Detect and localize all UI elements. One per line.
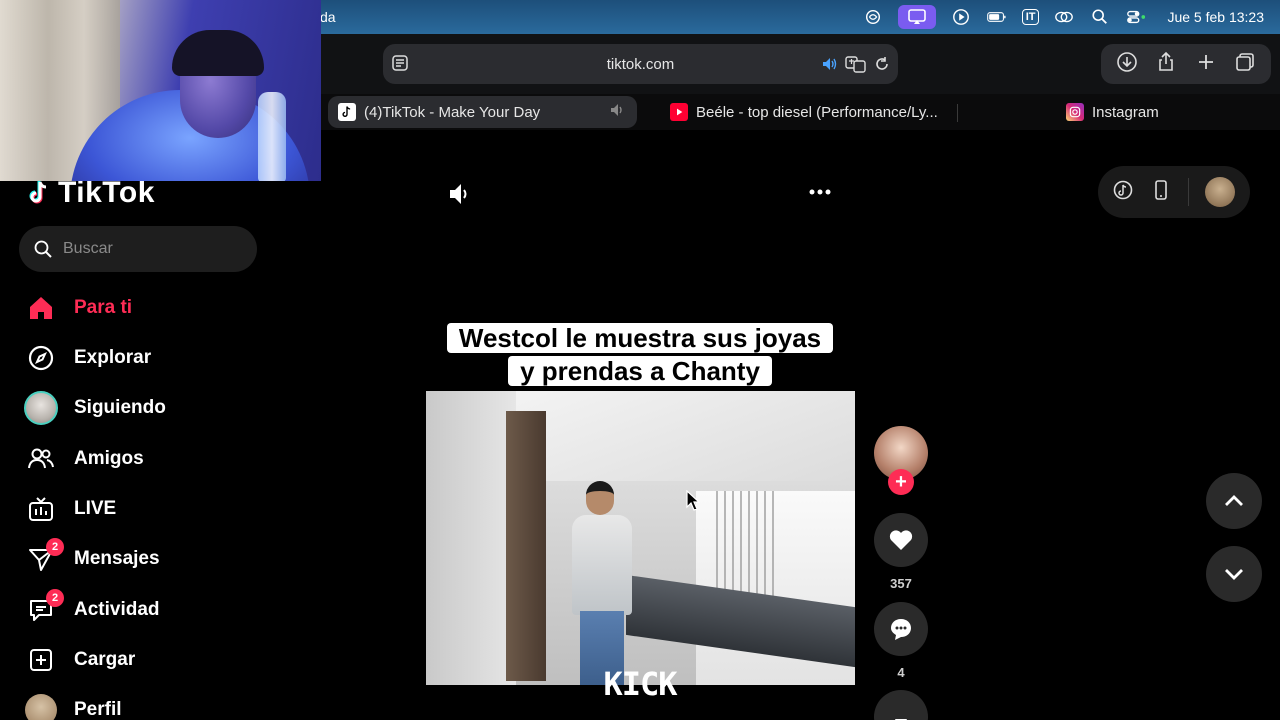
search-input[interactable]: [63, 240, 243, 258]
tiktok-logo[interactable]: TikTok: [28, 176, 155, 210]
friends-icon: [24, 442, 58, 476]
save-button[interactable]: [874, 690, 928, 720]
follow-button[interactable]: +: [888, 469, 914, 495]
sidebar-item-label: Perfil: [74, 699, 122, 720]
following-avatar: [24, 391, 58, 425]
video-caption: Westcol le muestra sus joyas y prendas a…: [420, 322, 860, 388]
sidebar-item-label: LIVE: [74, 498, 117, 519]
menu-app-name[interactable]: da: [320, 9, 336, 25]
tab-youtube[interactable]: Beéle - top diesel (Performance/Ly...: [660, 96, 960, 128]
webcam-overlay: [0, 0, 321, 181]
comment-icon: [891, 619, 911, 640]
downloads-icon[interactable]: [1116, 51, 1138, 78]
sidebar-item-label: Explorar: [74, 347, 152, 368]
sidebar-item-label: Amigos: [74, 448, 144, 469]
tiktok-coin-icon[interactable]: [1112, 179, 1134, 206]
instagram-favicon-icon: [1066, 103, 1084, 121]
now-playing-icon[interactable]: [950, 8, 972, 26]
tiktok-favicon-icon: [338, 103, 356, 121]
sidebar-item-label: Actividad: [74, 599, 160, 620]
previous-video-button[interactable]: [1206, 473, 1262, 529]
volume-icon[interactable]: [446, 180, 474, 208]
input-source-indicator[interactable]: IT: [1021, 9, 1040, 25]
tab-instagram[interactable]: Instagram: [1056, 96, 1276, 128]
battery-icon[interactable]: [986, 8, 1008, 26]
caption-line-1: Westcol le muestra sus joyas: [446, 323, 834, 353]
home-icon: [24, 291, 58, 325]
get-app-icon[interactable]: [1150, 179, 1172, 206]
wifi-icon[interactable]: [1053, 8, 1075, 26]
screen-mirroring-icon[interactable]: [897, 5, 936, 29]
tab-audio-icon[interactable]: [609, 101, 627, 123]
messages-icon: 2: [24, 538, 64, 576]
sidebar-item-para-ti[interactable]: Para ti: [24, 288, 132, 328]
tab-label: Beéle - top diesel (Performance/Ly...: [696, 103, 938, 121]
caption-line-2: y prendas a Chanty: [508, 356, 772, 386]
tab-audio-icon[interactable]: [821, 55, 839, 73]
more-options-icon[interactable]: [806, 180, 834, 208]
user-avatar[interactable]: [1205, 177, 1235, 207]
reload-icon[interactable]: [873, 55, 891, 73]
comment-button[interactable]: [874, 602, 928, 656]
upload-icon: [24, 643, 58, 677]
tiktok-logo-icon: [29, 181, 47, 204]
heart-icon: [889, 530, 913, 550]
comment-count: 4: [897, 665, 905, 680]
video-player[interactable]: [426, 391, 855, 685]
search-box[interactable]: [19, 226, 257, 272]
tab-label: Instagram: [1092, 103, 1159, 121]
screen: da IT Jue 5 feb 13:23 tiktok.com (4)TikT…: [0, 0, 1280, 720]
kick-watermark: KICK: [603, 665, 677, 703]
activity-badge: 2: [46, 589, 64, 607]
divider: [1188, 178, 1189, 206]
header-actions: [1098, 166, 1250, 218]
tab-overview-icon[interactable]: [1234, 51, 1256, 78]
next-video-button[interactable]: [1206, 546, 1262, 602]
share-icon[interactable]: [1155, 51, 1177, 78]
chevron-up-icon: [1225, 495, 1243, 506]
sidebar-item-label: Para ti: [74, 297, 133, 318]
translate-icon[interactable]: [845, 55, 867, 73]
like-count: 357: [890, 576, 912, 591]
compass-icon: [24, 341, 58, 375]
youtube-favicon-icon: [670, 103, 688, 121]
activity-icon: 2: [24, 589, 64, 627]
menu-clock[interactable]: Jue 5 feb 13:23: [1167, 9, 1264, 25]
messages-badge: 2: [46, 538, 64, 556]
profile-avatar: [24, 693, 58, 720]
like-button[interactable]: [874, 513, 928, 567]
tiktok-sidebar: TikTok Para ti Explorar Siguiendo: [0, 130, 320, 720]
control-center-icon[interactable]: [1125, 8, 1147, 26]
sidebar-item-explorar[interactable]: Explorar: [24, 338, 151, 378]
sidebar-item-label: Siguiendo: [74, 397, 166, 418]
toolbar-actions: [1101, 44, 1271, 84]
spotlight-icon[interactable]: [1089, 8, 1111, 26]
sidebar-item-label: Cargar: [74, 649, 136, 670]
sidebar-item-siguiendo[interactable]: Siguiendo: [24, 388, 166, 428]
sidebar-item-live[interactable]: LIVE: [24, 489, 116, 529]
tab-tiktok[interactable]: (4)TikTok - Make Your Day: [328, 96, 637, 128]
address-bar[interactable]: tiktok.com: [383, 44, 898, 84]
tab-label: (4)TikTok - Make Your Day: [364, 103, 541, 121]
mouse-cursor-icon: [686, 490, 700, 511]
new-tab-icon[interactable]: [1195, 51, 1217, 78]
brand-name: TikTok: [58, 176, 155, 209]
sidebar-item-actividad[interactable]: 2 Actividad: [24, 589, 160, 630]
vpn-icon[interactable]: [862, 8, 884, 26]
sidebar-item-mensajes[interactable]: 2 Mensajes: [24, 538, 160, 579]
sidebar-item-perfil[interactable]: Perfil: [24, 690, 122, 720]
sidebar-item-amigos[interactable]: Amigos: [24, 439, 144, 479]
chevron-down-icon: [1225, 569, 1243, 580]
sidebar-item-cargar[interactable]: Cargar: [24, 640, 135, 680]
bookmark-icon: [895, 719, 907, 720]
tab-divider: [957, 104, 958, 122]
search-icon: [34, 240, 52, 258]
sidebar-item-label: Mensajes: [74, 548, 160, 569]
live-icon: [24, 492, 58, 526]
